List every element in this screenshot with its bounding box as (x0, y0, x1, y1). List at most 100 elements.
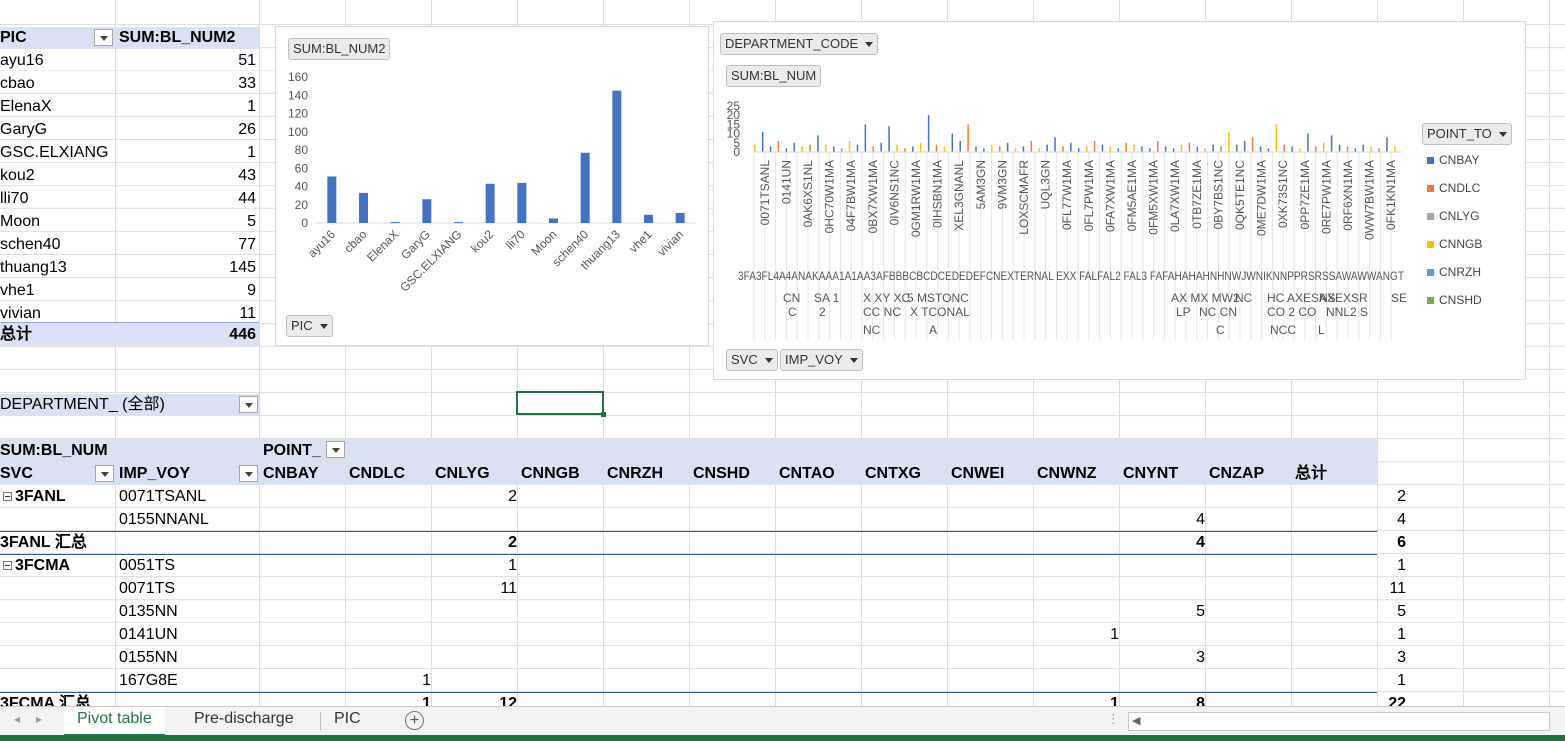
pic-filter-dropdown[interactable] (94, 29, 113, 46)
chart2-bar[interactable] (872, 146, 875, 152)
chart2-bar[interactable] (856, 144, 859, 152)
tab-pre-discharge[interactable]: Pre-discharge (181, 707, 307, 734)
chart1-bar[interactable] (612, 90, 622, 223)
chart1-axis-field-button[interactable]: PIC (286, 315, 333, 337)
chart2-bar[interactable] (1283, 144, 1285, 152)
chart2-bar[interactable] (1133, 144, 1135, 152)
chart2-legend-item[interactable]: CNDLC (1427, 181, 1480, 195)
chart2-bar[interactable] (1070, 142, 1072, 152)
chart2-bar[interactable] (1354, 148, 1357, 152)
scroll-right-icon[interactable]: ▸ (36, 712, 42, 726)
chart2-bar[interactable] (1267, 148, 1270, 152)
chart2-bar[interactable] (1322, 142, 1325, 152)
chart2-legend-item[interactable]: CNBAY (1427, 153, 1479, 167)
chart2-bar[interactable] (1291, 146, 1293, 152)
chart2-bar[interactable] (761, 131, 764, 152)
chart2-bar[interactable] (1172, 148, 1175, 152)
department-filter-dropdown[interactable] (239, 396, 258, 413)
chart2-bar[interactable] (904, 148, 906, 152)
chart2-bar[interactable] (959, 140, 961, 152)
chart2-bar[interactable] (809, 144, 811, 152)
chart2-bar[interactable] (927, 115, 930, 152)
chart2-bar[interactable] (840, 148, 843, 152)
selected-cell[interactable] (516, 391, 604, 415)
chart2-bar[interactable] (1299, 148, 1301, 152)
chart2-bar[interactable] (1157, 140, 1159, 152)
chart2-bar[interactable] (1078, 148, 1080, 152)
chart2-svc-field-button[interactable]: SVC (726, 349, 778, 371)
chart2-bar[interactable] (1101, 144, 1104, 152)
chart2-bar[interactable] (785, 148, 788, 152)
chart1-bar[interactable] (327, 176, 337, 223)
chart2-bar[interactable] (888, 126, 890, 152)
chart2-bar[interactable] (1038, 148, 1040, 152)
chart2-bar[interactable] (1022, 146, 1025, 152)
chart2-voy-field-button[interactable]: IMP_VOY (780, 349, 863, 371)
chart2-bar[interactable] (991, 144, 993, 152)
chart2-legend-item[interactable]: CNNGB (1427, 237, 1482, 251)
chart2-bar[interactable] (1259, 146, 1262, 152)
chart2-bar[interactable] (1212, 144, 1214, 152)
chart2-bar[interactable] (833, 146, 835, 152)
chart2-bar[interactable] (1228, 131, 1230, 152)
chart2-bar[interactable] (1338, 144, 1341, 152)
chart1-bar[interactable] (644, 214, 653, 223)
chart2-bar[interactable] (848, 140, 851, 152)
chart2-bar[interactable] (1062, 146, 1064, 152)
tab-pivot-table[interactable]: Pivot table (64, 707, 165, 736)
chart2-bar[interactable] (1386, 137, 1388, 152)
chart2-bar[interactable] (1315, 146, 1317, 152)
chart2-bar[interactable] (880, 142, 882, 152)
chart2-bar[interactable] (1125, 142, 1127, 152)
chart2-bar[interactable] (975, 146, 977, 152)
chart2-bar[interactable] (1149, 148, 1151, 152)
chart2-bar[interactable] (1330, 135, 1333, 152)
chart2-bar[interactable] (1196, 146, 1199, 152)
chart2-bar[interactable] (1014, 148, 1017, 152)
chart2-bar[interactable] (1085, 146, 1088, 152)
tab-pic[interactable]: PIC (321, 707, 374, 734)
chart2-bar[interactable] (896, 144, 898, 152)
chart2-bar[interactable] (1006, 142, 1009, 152)
chart2-bar[interactable] (1378, 148, 1380, 152)
chart2-bar[interactable] (1236, 144, 1238, 152)
worksheet-grid[interactable]: PIC SUM:BL_NUM2 ayu16 51 cbao 33 ElenaX 1 Gary… (0, 0, 1565, 706)
chart2-bar[interactable] (935, 144, 938, 152)
horizontal-scrollbar[interactable]: ◀ (1128, 712, 1550, 731)
chart2-bar[interactable] (1204, 148, 1206, 152)
chart2-bar[interactable] (1054, 137, 1056, 152)
chart1-bar[interactable] (675, 212, 685, 223)
chart2-legend-item[interactable]: CNSHD (1427, 293, 1482, 307)
chart2-bar[interactable] (1220, 146, 1222, 152)
add-sheet-icon[interactable]: + (405, 711, 424, 730)
chart1-bar[interactable] (517, 182, 527, 223)
chart1-bar[interactable] (485, 183, 495, 223)
chart2-bar[interactable] (777, 140, 780, 152)
chart2-bar[interactable] (1394, 146, 1396, 152)
svc-dropdown[interactable] (95, 465, 114, 482)
chart2-legend-field-button[interactable]: POINT_TO (1422, 123, 1512, 145)
chart2-bar[interactable] (912, 146, 914, 152)
chart2-bar[interactable] (998, 146, 1001, 152)
chart2-bar[interactable] (1141, 146, 1143, 152)
chart2-bar[interactable] (1362, 144, 1364, 152)
chart2-bar[interactable] (1030, 140, 1033, 152)
pic-bar-chart[interactable]: SUM:BL_NUM2 0 20 40 60 80 100 120 140 160 ayu16 cb… (275, 26, 709, 346)
chart2-bar[interactable] (793, 142, 796, 152)
chart1-bar[interactable] (549, 218, 558, 223)
chart1-bar[interactable] (454, 222, 463, 224)
point-to-dropdown[interactable] (326, 441, 345, 458)
chart2-bar[interactable] (967, 124, 969, 152)
chart2-bar[interactable] (1370, 146, 1372, 152)
chart2-bar[interactable] (801, 146, 803, 152)
chart2-bar[interactable] (1188, 142, 1191, 152)
chart1-bar[interactable] (580, 152, 590, 223)
chart1-bar[interactable] (359, 192, 368, 223)
chart2-bar[interactable] (951, 133, 954, 152)
chart2-bar[interactable] (1346, 146, 1349, 152)
scroll-left-icon[interactable]: ◂ (14, 712, 20, 726)
chart1-bar[interactable] (422, 199, 432, 223)
chart2-bar[interactable] (1117, 148, 1120, 152)
chart1-bar[interactable] (390, 222, 400, 224)
chart2-bar[interactable] (1180, 144, 1183, 152)
